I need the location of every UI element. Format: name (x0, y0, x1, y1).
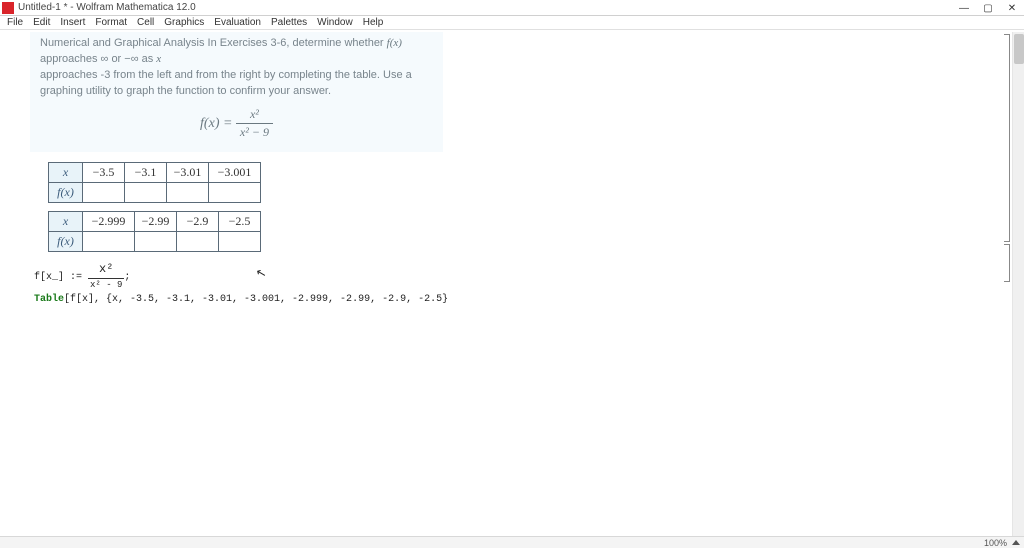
maximize-button[interactable]: ▢ (976, 0, 1000, 16)
menu-evaluation[interactable]: Evaluation (209, 17, 266, 28)
app-icon (2, 2, 14, 14)
code-line-1[interactable]: f[x_] := x² x² - 9 ; (34, 260, 1024, 293)
table1-row-fx: f(x) (49, 182, 83, 202)
table2-fx0 (83, 231, 135, 251)
notebook-workspace[interactable]: Numerical and Graphical Analysis In Exer… (0, 32, 1024, 548)
table1-row-x: x (49, 162, 83, 182)
table2-row-fx: f(x) (49, 231, 83, 251)
code-l1-num: x² (88, 260, 124, 279)
code-l1-den: x² - 9 (88, 279, 124, 293)
formula-denominator: x² − 9 (236, 124, 273, 141)
table2-fx2 (177, 231, 219, 251)
table1-fx0 (83, 182, 125, 202)
code-input-cell[interactable]: f[x_] := x² x² - 9 ; Table[f[x], {x, -3.… (34, 260, 1024, 308)
table2-row-x: x (49, 211, 83, 231)
code-l1-b: ; (124, 271, 130, 282)
close-button[interactable]: ✕ (1000, 0, 1024, 16)
table2-c0: −2.999 (83, 211, 135, 231)
code-l1-a: f[x_] := (34, 271, 88, 282)
zoom-level[interactable]: 100% (984, 538, 1007, 548)
table1-fx2 (167, 182, 209, 202)
table2-fx1 (135, 231, 177, 251)
problem-text-cell: Numerical and Graphical Analysis In Exer… (30, 32, 443, 152)
menu-edit[interactable]: Edit (28, 17, 55, 28)
menu-help[interactable]: Help (358, 17, 389, 28)
table2-c3: −2.5 (219, 211, 261, 231)
titlebar: Untitled-1 * - Wolfram Mathematica 12.0 … (0, 0, 1024, 16)
table1-c3: −3.001 (209, 162, 261, 182)
cell-bracket-input[interactable] (1004, 244, 1010, 282)
table1-fx1 (125, 182, 167, 202)
scroll-thumb[interactable] (1014, 34, 1024, 64)
cell-bracket-text[interactable] (1004, 34, 1010, 242)
window-title: Untitled-1 * - Wolfram Mathematica 12.0 (18, 2, 196, 13)
menu-format[interactable]: Format (90, 17, 132, 28)
menubar: File Edit Insert Format Cell Graphics Ev… (0, 16, 1024, 30)
code-l2-kw: Table (34, 294, 64, 305)
table-left-approach: x −3.5 −3.1 −3.01 −3.001 f(x) (48, 162, 261, 203)
table-right-approach: x −2.999 −2.99 −2.9 −2.5 f(x) (48, 211, 261, 252)
zoom-up-icon[interactable] (1012, 540, 1020, 545)
menu-insert[interactable]: Insert (55, 17, 90, 28)
table1-fx3 (209, 182, 261, 202)
statusbar: 100% (0, 536, 1024, 548)
table2-c2: −2.9 (177, 211, 219, 231)
window-controls: — ▢ ✕ (952, 0, 1024, 16)
tables-block: x −3.5 −3.1 −3.01 −3.001 f(x) x −2.999 −… (48, 162, 1024, 252)
table1-c2: −3.01 (167, 162, 209, 182)
table1-c0: −3.5 (83, 162, 125, 182)
menu-graphics[interactable]: Graphics (159, 17, 209, 28)
problem-text-a: Numerical and Graphical Analysis In Exer… (40, 37, 387, 49)
menu-window[interactable]: Window (312, 17, 358, 28)
code-l2-rest: [f[x], {x, -3.5, -3.1, -3.01, -3.001, -2… (64, 294, 448, 305)
menu-cell[interactable]: Cell (132, 17, 159, 28)
menu-file[interactable]: File (2, 17, 28, 28)
table2-fx3 (219, 231, 261, 251)
formula-lhs: f(x) = (200, 116, 236, 131)
problem-text-c: approaches -3 from the left and from the… (40, 69, 412, 97)
vertical-scrollbar[interactable] (1012, 32, 1024, 548)
code-line-2[interactable]: Table[f[x], {x, -3.5, -3.1, -3.01, -3.00… (34, 292, 1024, 307)
problem-xvar: x (156, 53, 161, 65)
formula-numerator: x² (236, 106, 273, 124)
problem-text-b: approaches ∞ or −∞ as (40, 53, 156, 65)
problem-formula: f(x) = x² x² − 9 (40, 106, 433, 142)
table1-c1: −3.1 (125, 162, 167, 182)
problem-fx: f(x) (387, 37, 402, 49)
table2-c1: −2.99 (135, 211, 177, 231)
menu-palettes[interactable]: Palettes (266, 17, 312, 28)
minimize-button[interactable]: — (952, 0, 976, 16)
